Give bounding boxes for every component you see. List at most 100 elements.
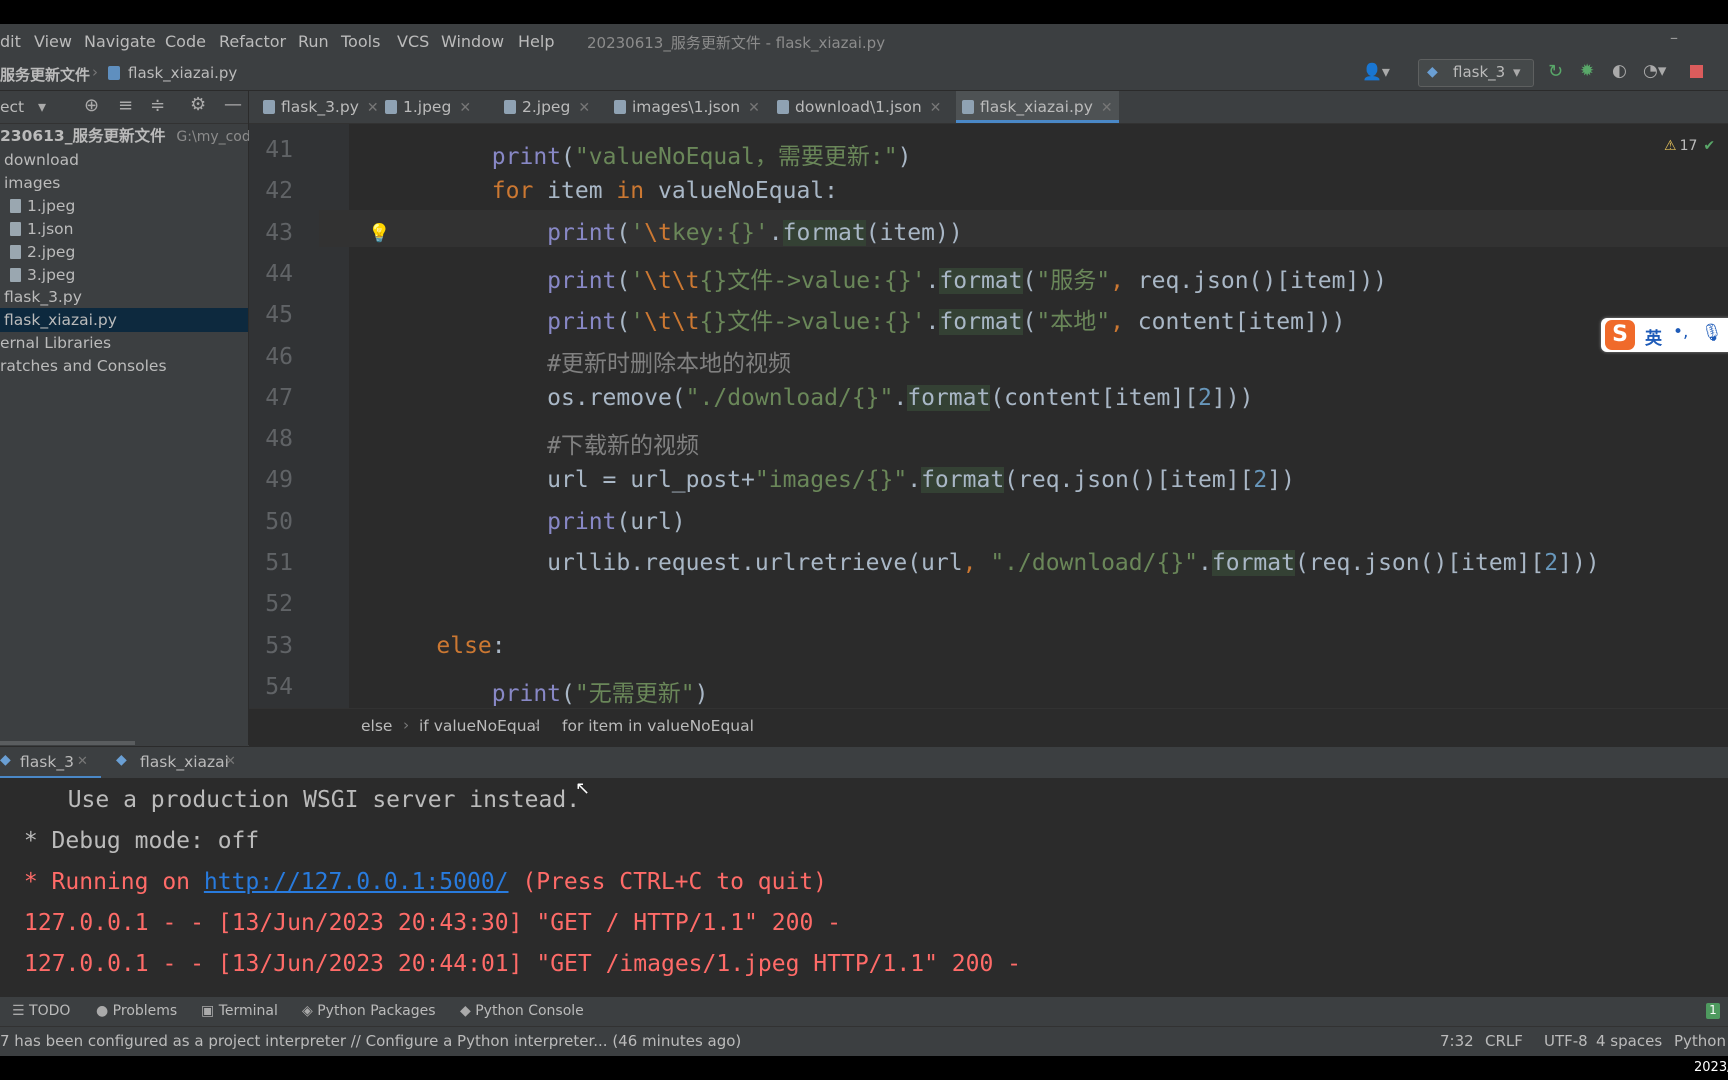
tree-item-external-libraries[interactable]: ernal Libraries	[0, 331, 111, 355]
python-console-button[interactable]: ◆ Python Console	[460, 1003, 584, 1019]
tree-item-label: 3.jpeg	[27, 266, 76, 284]
tree-item-label: 1.json	[27, 220, 74, 238]
menu-edit[interactable]: dit	[0, 32, 21, 51]
close-icon[interactable]: ✕	[367, 100, 379, 116]
project-panel: ect ▾ ⊕ ≡ ≑ ⚙ — 230613_服务更新文件 G:\my_code…	[0, 91, 264, 745]
breadcrumb-for[interactable]: for item in valueNoEqual	[562, 717, 754, 735]
tree-item-project-root[interactable]: 230613_服务更新文件 G:\my_code\	[0, 124, 264, 148]
image-file-icon	[10, 199, 21, 213]
close-icon[interactable]: ✕	[77, 754, 88, 769]
code-token: format	[921, 467, 1005, 494]
stop-icon[interactable]	[1690, 65, 1703, 78]
tree-item-1-jpeg[interactable]: 1.jpeg	[10, 194, 75, 218]
tree-item-scratches[interactable]: ratches and Consoles	[0, 354, 167, 378]
menu-view[interactable]: View	[34, 32, 72, 51]
tab-flask-3[interactable]: flask_3.py ✕	[263, 91, 379, 123]
python-icon: ◆	[0, 752, 11, 768]
code-token: "本地"	[1036, 309, 1111, 336]
code-token: .	[907, 467, 922, 494]
close-icon[interactable]: ✕	[1101, 100, 1113, 116]
profile-icon[interactable]: ◔▾	[1643, 61, 1666, 81]
close-icon[interactable]: ✕	[748, 100, 760, 116]
tree-item-label: images	[4, 174, 61, 192]
hide-panel-icon[interactable]: —	[224, 94, 242, 115]
close-icon[interactable]: ✕	[578, 100, 590, 116]
tree-item-images[interactable]: images	[4, 171, 60, 195]
rerun-icon[interactable]: ↻	[1548, 61, 1563, 82]
run-console[interactable]: Use a production WSGI server instead. * …	[0, 778, 1728, 1020]
breadcrumb-if[interactable]: if valueNoEqual	[419, 717, 540, 735]
tree-item-label: 2.jpeg	[27, 243, 76, 261]
server-url-link[interactable]: http://127.0.0.1:5000/	[204, 869, 509, 895]
microphone-icon[interactable]: 🎙	[1701, 323, 1723, 343]
menu-navigate[interactable]: Navigate	[84, 32, 156, 51]
caret-position[interactable]: 7:32	[1440, 1032, 1474, 1050]
tool-label: Python Packages	[317, 1003, 436, 1019]
run-tab-flask-xiazai[interactable]: ◆ flask_xiazai ✕	[114, 747, 244, 779]
problems-button[interactable]: ● Problems	[96, 1003, 177, 1019]
user-icon[interactable]: 👤▾	[1362, 62, 1390, 81]
ime-toolbar[interactable]: S 英 •, 🎙	[1601, 318, 1728, 352]
json-file-icon	[777, 100, 789, 114]
menu-tools[interactable]: Tools	[341, 32, 380, 51]
chevron-down-icon[interactable]: ▾	[38, 97, 46, 116]
expand-all-icon[interactable]: ≡	[118, 95, 133, 116]
horizontal-scrollbar[interactable]	[0, 741, 135, 745]
terminal-button[interactable]: ▣ Terminal	[201, 1003, 278, 1019]
tree-item-download[interactable]: download	[4, 148, 79, 172]
tab-flask-xiazai[interactable]: flask_xiazai.py ✕	[956, 91, 1119, 123]
menu-window[interactable]: Window	[441, 32, 504, 51]
minimize-icon[interactable]: –	[1670, 28, 1678, 47]
code-token: format	[939, 309, 1023, 336]
code-token: \t	[644, 219, 672, 246]
ime-language[interactable]: 英	[1645, 324, 1662, 349]
close-icon[interactable]: ✕	[930, 100, 942, 116]
punctuation-icon[interactable]: •,	[1673, 322, 1688, 342]
lightbulb-icon[interactable]: 💡	[368, 223, 390, 244]
tab-1-jpeg[interactable]: 1.jpeg ✕	[385, 91, 471, 123]
breadcrumb-else[interactable]: else	[361, 717, 392, 735]
line-separator[interactable]: CRLF	[1485, 1032, 1523, 1050]
menu-run[interactable]: Run	[298, 32, 329, 51]
run-tab-flask-3[interactable]: ◆ flask_3 ✕	[0, 747, 101, 779]
taskbar-date: 2023/	[1694, 1060, 1728, 1075]
project-view-label[interactable]: ect	[0, 98, 24, 116]
event-log-badge[interactable]: 1	[1706, 1003, 1720, 1019]
tab-images-1-json[interactable]: images\1.json ✕	[614, 91, 760, 123]
tab-2-jpeg[interactable]: 2.jpeg ✕	[504, 91, 590, 123]
menu-help[interactable]: Help	[518, 32, 554, 51]
coverage-icon[interactable]: ◐	[1612, 61, 1627, 81]
gear-icon[interactable]: ⚙	[190, 94, 206, 115]
todo-button[interactable]: ☰ TODO	[12, 1003, 70, 1019]
python-packages-button[interactable]: ◈ Python Packages	[302, 1003, 436, 1019]
warning-count[interactable]: ⚠ 17 ✔	[1664, 138, 1715, 154]
tree-item-1-json[interactable]: 1.json	[10, 217, 73, 241]
menu-code[interactable]: Code	[165, 32, 206, 51]
tree-item-label: 1.jpeg	[27, 197, 76, 215]
code-token: req.json()[item]))	[1123, 267, 1388, 294]
tree-item-3-jpeg[interactable]: 3.jpeg	[10, 263, 75, 287]
tree-item-label: ratches and Consoles	[0, 357, 167, 375]
tree-item-flask-3[interactable]: flask_3.py	[4, 285, 82, 309]
file-encoding[interactable]: UTF-8	[1544, 1032, 1588, 1050]
nav-project[interactable]: 服务更新文件	[0, 64, 90, 85]
close-icon[interactable]: ✕	[459, 100, 471, 116]
collapse-all-icon[interactable]: ≑	[150, 95, 165, 116]
sogou-logo-icon: S	[1605, 320, 1635, 350]
debug-icon[interactable]: ✹	[1580, 61, 1594, 81]
code-token: format	[907, 384, 991, 411]
menu-refactor[interactable]: Refactor	[219, 32, 286, 51]
locate-icon[interactable]: ⊕	[84, 95, 99, 116]
tree-item-2-jpeg[interactable]: 2.jpeg	[10, 240, 75, 264]
nav-file[interactable]: flask_xiazai.py	[128, 64, 237, 82]
code-line: for item in valueNoEqual:	[381, 178, 838, 204]
tab-download-1-json[interactable]: download\1.json ✕	[777, 91, 941, 123]
tree-item-flask-xiazai[interactable]: flask_xiazai.py	[0, 308, 248, 332]
indent-setting[interactable]: 4 spaces	[1596, 1032, 1662, 1050]
code-editor[interactable]: 414243444546474849505152535455 print("va…	[249, 124, 1728, 708]
close-icon[interactable]: ✕	[225, 754, 236, 769]
python-interpreter[interactable]: Python	[1674, 1032, 1726, 1050]
status-message[interactable]: 7 has been configured as a project inter…	[0, 1032, 741, 1050]
menu-vcs[interactable]: VCS	[397, 32, 429, 51]
run-config-select[interactable]: ◆ flask_3 ▾	[1418, 59, 1534, 87]
